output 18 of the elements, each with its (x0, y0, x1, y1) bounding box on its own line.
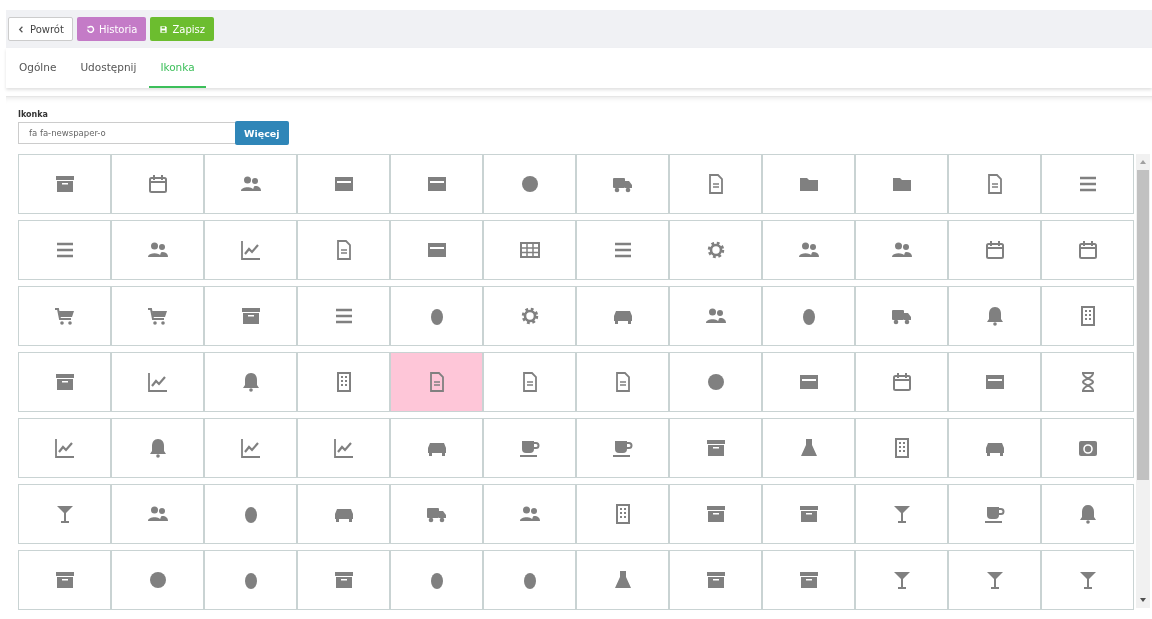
scroll-down-icon[interactable] (1139, 597, 1147, 603)
chart-icon (238, 436, 263, 460)
tab[interactable]: Udostępnij (69, 48, 148, 88)
chart-icon (52, 436, 77, 460)
chevron-left-icon (17, 24, 26, 34)
scrollbar-thumb[interactable] (1137, 170, 1149, 480)
scroll-up-icon[interactable] (1139, 159, 1147, 165)
field-label: Ikonka (18, 110, 49, 119)
toolbar-button[interactable]: Powrót (8, 17, 73, 41)
scrollbar[interactable] (1136, 154, 1150, 608)
more-button[interactable]: Więcej (235, 121, 289, 145)
chart-icon (145, 370, 170, 394)
tab[interactable]: Ogólne (8, 48, 68, 88)
chart-icon (238, 238, 263, 262)
chart-icon (331, 436, 356, 460)
icon-option[interactable] (389, 353, 482, 411)
icon-class-field[interactable]: fa fa-newspaper-o (18, 122, 236, 144)
history-icon (85, 24, 95, 34)
